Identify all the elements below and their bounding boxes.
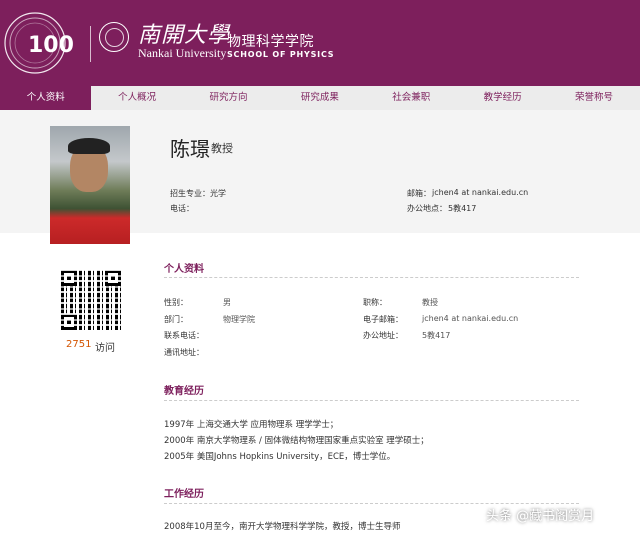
phone-label: 电话： [170,204,194,213]
office-label: 办公地点： [407,204,447,213]
watermark: 头条 @藏书阁赏月 [486,509,595,524]
profile-photo [50,126,130,244]
rank-label: 职称： [363,298,387,307]
section-divider [164,400,579,401]
contact-phone-label: 联系电话： [164,331,204,340]
site-header: 100 南開大學 Nankai University 物理科学学院 SCHOOL… [0,0,640,86]
gender-label: 性别： [164,298,188,307]
office-address-label: 办公地址： [363,331,403,340]
email2-label: 电子邮箱： [363,315,403,324]
office-address-value: 5教417 [422,331,451,340]
qr-pattern [61,270,121,330]
nav-item-overview[interactable]: 个人概况 [91,86,182,110]
logo-text: 100 [28,33,74,58]
education-line: 2005年 美国Johns Hopkins University，ECE，博士学… [164,452,396,462]
mailing-address-label: 通讯地址： [164,348,204,357]
email-value[interactable]: jchen4 at nankai.edu.cn [432,188,528,197]
nav-item-teaching[interactable]: 教学经历 [457,86,548,110]
header-divider [90,26,91,62]
nav-item-results[interactable]: 研究成果 [274,86,365,110]
nav-item-research[interactable]: 研究方向 [183,86,274,110]
email2-value[interactable]: jchen4 at nankai.edu.cn [422,314,518,323]
school-name-cn: 物理科学学院 [227,34,314,50]
work-line: 2008年10月至今，南开大学物理科学学院，教授，博士生导师 [164,522,401,532]
email-label: 邮箱： [407,189,431,198]
nav-item-social[interactable]: 社会兼职 [366,86,457,110]
school-name-en: SCHOOL OF PHYSICS [227,50,335,59]
education-line: 2000年 南京大学物理系 / 固体微结构物理国家重点实验室 理学硕士； [164,436,429,446]
major-value: 光学 [210,189,226,198]
visit-count: 2751 [66,339,92,350]
dept-value: 物理学院 [223,315,255,324]
education-line: 1997年 上海交通大学 应用物理系 理学学士； [164,420,339,430]
rank-value: 教授 [422,298,438,307]
main-nav: 个人资料 个人概况 研究方向 研究成果 社会兼职 教学经历 荣誉称号 [0,86,640,110]
section-title-personal: 个人资料 [164,264,204,275]
university-seal-icon [99,22,129,52]
profile-name: 陈璟 [170,137,210,161]
office-value: 5教417 [448,204,477,213]
profile-title: 教授 [211,142,233,155]
section-title-work: 工作经历 [164,489,204,500]
major-label: 招生专业： [170,189,210,198]
university-name-en: Nankai University [138,46,227,60]
centenary-logo[interactable]: 100 [2,10,80,76]
university-name-cn: 南開大學 [138,23,231,48]
nav-item-honors[interactable]: 荣誉称号 [548,86,639,110]
section-title-education: 教育经历 [164,386,204,397]
dept-label: 部门： [164,315,188,324]
gender-value: 男 [223,298,231,307]
visit-label: 访问 [95,343,115,354]
section-divider [164,503,579,504]
nav-item-personal-info[interactable]: 个人资料 [0,86,92,110]
section-divider [164,277,579,278]
